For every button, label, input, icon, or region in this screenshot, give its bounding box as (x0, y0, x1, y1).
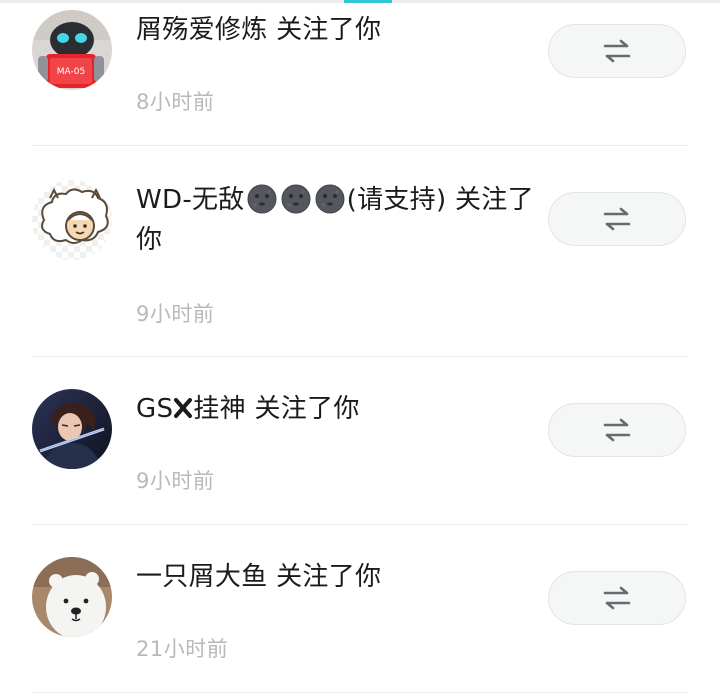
notification-row[interactable]: GS 挂神 关注了你 9小时前 (0, 357, 720, 525)
timestamp: 9小时前 (136, 302, 215, 326)
cross-mark (174, 398, 193, 418)
robot-avatar[interactable]: MA-05 (32, 10, 112, 90)
action-text: 关注了你 (267, 15, 382, 45)
action-text: 关注了你 (245, 394, 360, 424)
user-name-suffix[interactable]: 挂神 (193, 394, 246, 424)
notification-message: 一只屑大鱼 关注了你 (136, 557, 536, 597)
follow-back-button[interactable] (548, 192, 686, 246)
follow-back-button[interactable] (548, 571, 686, 625)
mutual-follow-arrows-icon (603, 586, 631, 610)
user-name[interactable]: 一只屑大鱼 (136, 562, 268, 592)
new-moon-face-emoji (315, 184, 345, 214)
timestamp: 21小时前 (136, 637, 229, 661)
action-text: 关注了你 (267, 562, 382, 592)
sheep-avatar[interactable] (32, 180, 112, 260)
notification-message: GS 挂神 关注了你 (136, 389, 536, 429)
user-name-suffix[interactable]: (请支持) (347, 185, 447, 215)
polar-bear-avatar[interactable] (32, 557, 112, 637)
anime-character-avatar[interactable] (32, 389, 112, 469)
notification-row[interactable]: 一只屑大鱼 关注了你 21小时前 (0, 525, 720, 698)
user-name-prefix[interactable]: WD-无敌 (136, 185, 245, 215)
follow-back-button[interactable] (548, 403, 686, 457)
notification-message: WD-无敌 (请支持) 关注了你 (136, 180, 536, 260)
divider (32, 692, 688, 693)
mutual-follow-arrows-icon (603, 418, 631, 442)
timestamp: 9小时前 (136, 469, 215, 493)
svg-text:MA-05: MA-05 (57, 67, 85, 77)
mutual-follow-arrows-icon (603, 207, 631, 231)
mutual-follow-arrows-icon (603, 39, 631, 63)
new-moon-face-emoji (247, 184, 277, 214)
timestamp: 8小时前 (136, 90, 215, 114)
new-moon-face-emoji (281, 184, 311, 214)
user-name-prefix[interactable]: GS (136, 394, 173, 424)
notification-row[interactable]: WD-无敌 (请支持) 关注了你 9小时前 (0, 146, 720, 356)
follow-back-button[interactable] (548, 24, 686, 78)
notification-message: 屑殇爱修炼 关注了你 (136, 10, 536, 50)
user-name[interactable]: 屑殇爱修炼 (136, 15, 268, 45)
notification-row[interactable]: MA-05 屑殇爱修炼 关注了你 8小时前 (0, 0, 720, 146)
